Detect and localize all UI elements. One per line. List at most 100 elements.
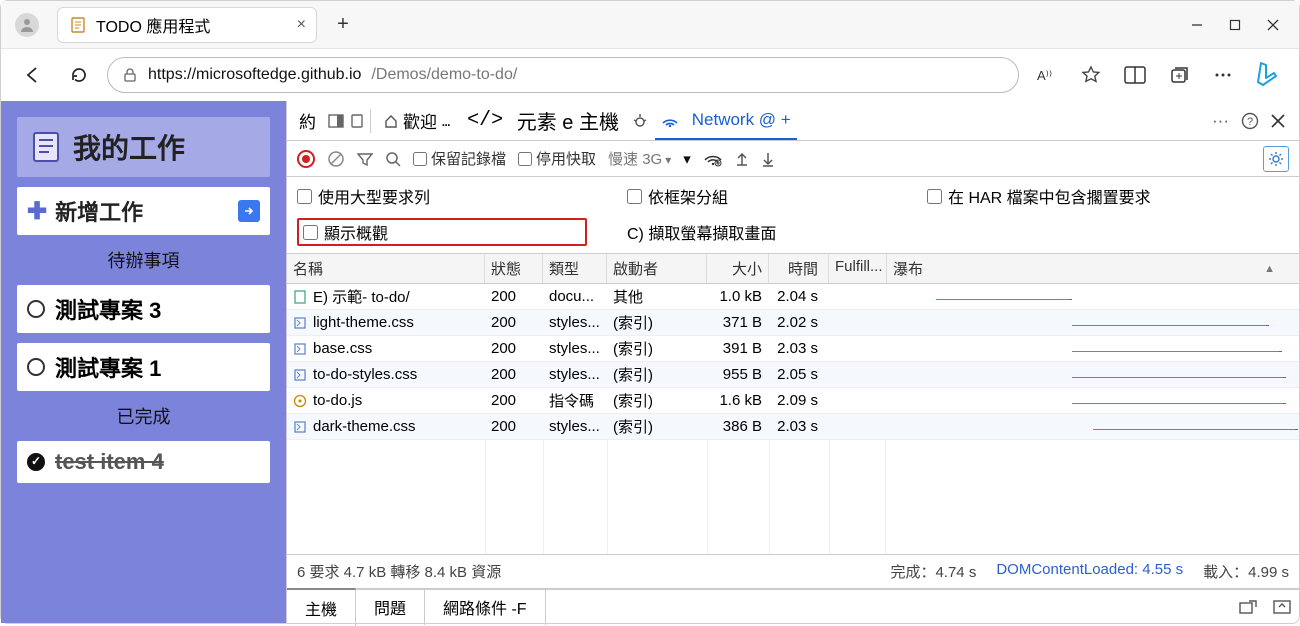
row-size: 1.6 kB — [707, 389, 769, 412]
row-status: 200 — [485, 363, 543, 386]
record-button[interactable] — [297, 150, 315, 168]
more-tabs-icon[interactable]: ··· — [1212, 111, 1229, 131]
network-row[interactable]: E) 示範- to-do/200docu...其他1.0 kB2.04 s — [287, 284, 1299, 310]
bug-icon[interactable] — [631, 112, 649, 130]
devtools-tabs: 約 歡迎... </> 元素 e 主機 Network @ + ··· ? — [287, 101, 1299, 141]
col-type[interactable]: 類型 — [543, 254, 607, 283]
close-window-button[interactable] — [1267, 19, 1279, 31]
maximize-button[interactable] — [1229, 19, 1241, 31]
checkbox-icon[interactable] — [27, 300, 45, 318]
col-waterfall[interactable]: 瀑布▲ — [887, 254, 1299, 283]
url-host: https://microsoftedge.github.io — [148, 66, 361, 84]
row-status: 200 — [485, 285, 543, 308]
task-item-done[interactable]: test item 4 — [17, 441, 270, 483]
grid-empty-space — [287, 440, 1299, 555]
summary-requests: 6 要求 4.7 kB 轉移 8.4 kB 資源 — [297, 561, 501, 582]
titlebar: TODO 應用程式 × + — [1, 1, 1299, 49]
split-screen-icon[interactable] — [1117, 57, 1153, 93]
col-size[interactable]: 大小 — [707, 254, 769, 283]
network-row[interactable]: to-do-styles.css200styles...(索引)955 B2.0… — [287, 362, 1299, 388]
throttle-select[interactable]: 慢速 3G — [608, 148, 671, 169]
address-bar-row: https://microsoftedge.github.io/Demos/de… — [1, 49, 1299, 101]
add-task-button[interactable]: ✚ 新增工作 — [17, 187, 270, 235]
settings-button[interactable] — [1263, 146, 1289, 172]
url-bar[interactable]: https://microsoftedge.github.io/Demos/de… — [107, 57, 1019, 93]
col-fulfill[interactable]: Fulfill... — [829, 254, 887, 283]
group-by-frame-checkbox[interactable]: 依框架分組 — [627, 184, 887, 208]
close-devtools-icon[interactable] — [1271, 114, 1285, 128]
devtools: 約 歡迎... </> 元素 e 主機 Network @ + ··· ? 保留… — [286, 101, 1299, 623]
svg-text:A⁾⁾: A⁾⁾ — [1037, 68, 1052, 83]
drawer-collapse-icon[interactable] — [1265, 600, 1299, 614]
refresh-button[interactable] — [61, 57, 97, 93]
row-status: 200 — [485, 389, 543, 412]
file-type-icon — [293, 394, 307, 408]
task-item[interactable]: 測試專案 3 — [17, 285, 270, 333]
row-type: styles... — [543, 337, 607, 360]
tab-about[interactable]: 約 — [293, 101, 322, 140]
download-icon[interactable] — [761, 151, 775, 167]
url-path: /Demos/demo-to-do/ — [371, 66, 517, 84]
network-row[interactable]: base.css200styles...(索引)391 B2.03 s — [287, 336, 1299, 362]
tab-welcome[interactable]: 歡迎... — [377, 101, 455, 140]
network-row[interactable]: to-do.js200指令碼(索引)1.6 kB2.09 s — [287, 388, 1299, 414]
row-size: 955 B — [707, 363, 769, 386]
row-type: 指令碼 — [543, 387, 607, 414]
drawer-tab-host[interactable]: 主機 — [287, 588, 356, 626]
new-tab-button[interactable]: + — [327, 9, 359, 41]
dock-icon[interactable] — [328, 114, 344, 128]
row-size: 391 B — [707, 337, 769, 360]
large-rows-checkbox[interactable]: 使用大型要求列 — [297, 184, 587, 208]
drawer-tab-net-conditions[interactable]: 網路條件 -F — [425, 589, 546, 625]
filter-button[interactable] — [357, 152, 373, 166]
drawer-tab-issues[interactable]: 問題 — [356, 589, 425, 625]
throttle-caret-icon[interactable]: ▾ — [683, 150, 691, 168]
help-icon[interactable]: ? — [1241, 112, 1259, 130]
submit-icon[interactable] — [238, 200, 260, 222]
checkbox-checked-icon[interactable] — [27, 453, 45, 471]
upload-icon[interactable] — [735, 151, 749, 167]
plus-icon: ✚ — [27, 197, 47, 226]
row-name: to-do.js — [313, 392, 362, 409]
row-size: 386 B — [707, 415, 769, 438]
device-icon[interactable] — [350, 114, 364, 128]
read-aloud-icon[interactable]: A⁾⁾ — [1029, 57, 1065, 93]
svg-text:?: ? — [1247, 116, 1253, 128]
network-row[interactable]: light-theme.css200styles...(索引)371 B2.02… — [287, 310, 1299, 336]
wifi-settings-icon[interactable] — [703, 151, 723, 167]
col-time[interactable]: 時間 — [769, 254, 829, 283]
network-row[interactable]: dark-theme.css200styles...(索引)386 B2.03 … — [287, 414, 1299, 440]
more-icon[interactable] — [1205, 57, 1241, 93]
row-type: docu... — [543, 285, 607, 308]
show-overview-checkbox[interactable]: 顯示概觀 — [297, 218, 587, 246]
preserve-log-checkbox[interactable]: 保留記錄檔 — [413, 148, 506, 169]
collections-icon[interactable] — [1161, 57, 1197, 93]
clear-button[interactable] — [327, 150, 345, 168]
tab-network[interactable]: Network @ + — [655, 101, 797, 140]
back-button[interactable] — [15, 57, 51, 93]
row-status: 200 — [485, 337, 543, 360]
row-time: 2.04 s — [769, 285, 829, 308]
bing-icon[interactable] — [1249, 57, 1285, 93]
drawer-popout-icon[interactable] — [1231, 600, 1265, 614]
include-pending-har-checkbox[interactable]: 在 HAR 檔案中包含擱置要求 — [927, 184, 1151, 208]
tab-elements[interactable]: </> 元素 e 主機 — [461, 101, 625, 140]
col-status[interactable]: 狀態 — [485, 254, 543, 283]
task-item[interactable]: 測試專案 1 — [17, 343, 270, 391]
favorite-icon[interactable] — [1073, 57, 1109, 93]
network-grid-header: 名稱 狀態 類型 啟動者 大小 時間 Fulfill... 瀑布▲ — [287, 254, 1299, 284]
row-time: 2.09 s — [769, 389, 829, 412]
row-name: light-theme.css — [313, 314, 414, 331]
col-name[interactable]: 名稱 — [287, 254, 485, 283]
col-initiator[interactable]: 啟動者 — [607, 254, 707, 283]
browser-tab[interactable]: TODO 應用程式 × — [57, 7, 317, 43]
checkbox-icon[interactable] — [27, 358, 45, 376]
profile-icon[interactable] — [15, 13, 39, 37]
row-name: E) 示範- to-do/ — [313, 286, 410, 307]
file-type-icon — [293, 420, 307, 434]
disable-cache-checkbox[interactable]: 停用快取 — [518, 148, 596, 169]
search-button[interactable] — [385, 151, 401, 167]
task-label: 測試專案 3 — [55, 293, 161, 325]
close-tab-icon[interactable]: × — [297, 16, 306, 34]
minimize-button[interactable] — [1191, 19, 1203, 31]
